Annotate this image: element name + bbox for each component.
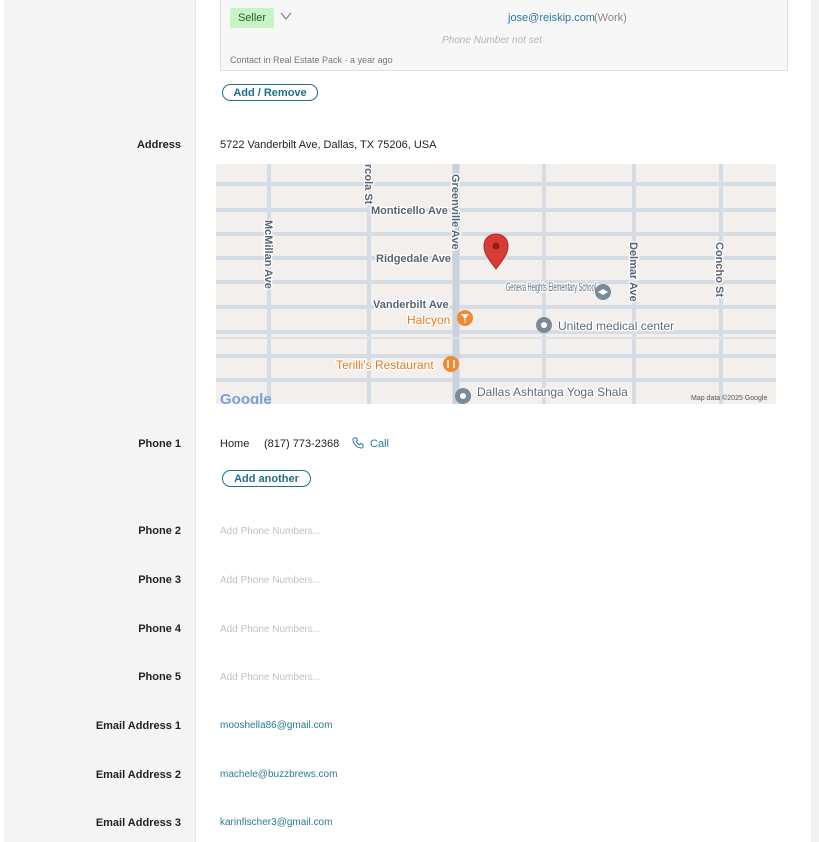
phone-1-type: Home: [220, 438, 250, 450]
email-1-label: Email Address 1: [95, 720, 181, 732]
role-badge: Seller: [230, 8, 274, 28]
phone-4-label: Phone 4: [138, 623, 181, 635]
label-column: [4, 0, 196, 842]
call-link[interactable]: Call: [370, 438, 389, 450]
map-label-delmar: Delmar Ave: [627, 242, 639, 302]
contact-card-footer: Contact in Real Estate Pack · a year ago: [230, 55, 393, 65]
phone-icon[interactable]: [352, 437, 364, 449]
map-label-concho: Concho St: [713, 242, 725, 297]
school-icon: [595, 284, 611, 300]
yoga-icon: [455, 388, 471, 404]
restaurant-icon: [443, 356, 459, 372]
map-poi-geneva: Geneva Heights Elementary School: [506, 280, 596, 294]
phone-3-label: Phone 3: [138, 574, 181, 586]
add-remove-button[interactable]: Add / Remove: [222, 84, 318, 101]
bar-icon: [457, 310, 473, 326]
google-logo: Google: [220, 391, 272, 404]
map-poi-halcyon: Halcyon: [407, 313, 450, 327]
map-attribution: Map data ©2025 Google: [691, 394, 767, 402]
phone-3-input[interactable]: Add Phone Numbers...: [220, 575, 321, 586]
email-2-link[interactable]: machele@buzzbrews.com: [220, 769, 337, 780]
phone-4-input[interactable]: Add Phone Numbers...: [220, 624, 321, 635]
add-another-button[interactable]: Add another: [222, 470, 311, 487]
map-label-vanderbilt: Vanderbilt Ave: [373, 299, 449, 311]
address-map[interactable]: Monticello Ave Ridgedale Ave Vanderbilt …: [216, 164, 776, 404]
email-3-label: Email Address 3: [95, 817, 181, 829]
phone-1-label: Phone 1: [138, 438, 181, 450]
map-poi-united: United medical center: [558, 319, 674, 333]
map-label-ridgedale: Ridgedale Ave: [376, 253, 451, 265]
contact-phone-placeholder: Phone Number not set: [442, 35, 543, 46]
phone-1-number: (817) 773-2368: [264, 438, 340, 450]
medical-icon: [536, 317, 552, 333]
email-3-link[interactable]: karinfischer3@gmail.com: [220, 817, 332, 828]
phone-5-label: Phone 5: [138, 671, 181, 683]
map-poi-yoga: Dallas Ashtanga Yoga Shala: [477, 385, 628, 399]
email-1-link[interactable]: mooshella86@gmail.com: [220, 720, 332, 731]
address-label: Address: [136, 139, 181, 151]
map-label-rcola: rcola St: [362, 164, 374, 205]
chevron-down-icon[interactable]: [280, 11, 292, 21]
contact-email-type: (Work): [594, 12, 627, 24]
map-label-greenville: Greenville Ave: [449, 174, 461, 250]
map-label-monticello: Monticello Ave: [371, 205, 448, 217]
content-panel: [196, 0, 811, 842]
address-value: 5722 Vanderbilt Ave, Dallas, TX 75206, U…: [220, 139, 437, 151]
email-2-label: Email Address 2: [95, 769, 181, 781]
map-poi-terilli: Terilli's Restaurant: [336, 358, 434, 372]
map-label-mcmillan: McMillan Ave: [262, 220, 274, 289]
phone-2-input[interactable]: Add Phone Numbers...: [220, 526, 321, 537]
map-canvas[interactable]: Monticello Ave Ridgedale Ave Vanderbilt …: [216, 164, 776, 404]
contact-email-link[interactable]: jose@reiskip.com: [508, 12, 595, 24]
right-gutter: [811, 0, 819, 842]
phone-5-input[interactable]: Add Phone Numbers...: [220, 672, 321, 683]
phone-2-label: Phone 2: [138, 525, 181, 537]
